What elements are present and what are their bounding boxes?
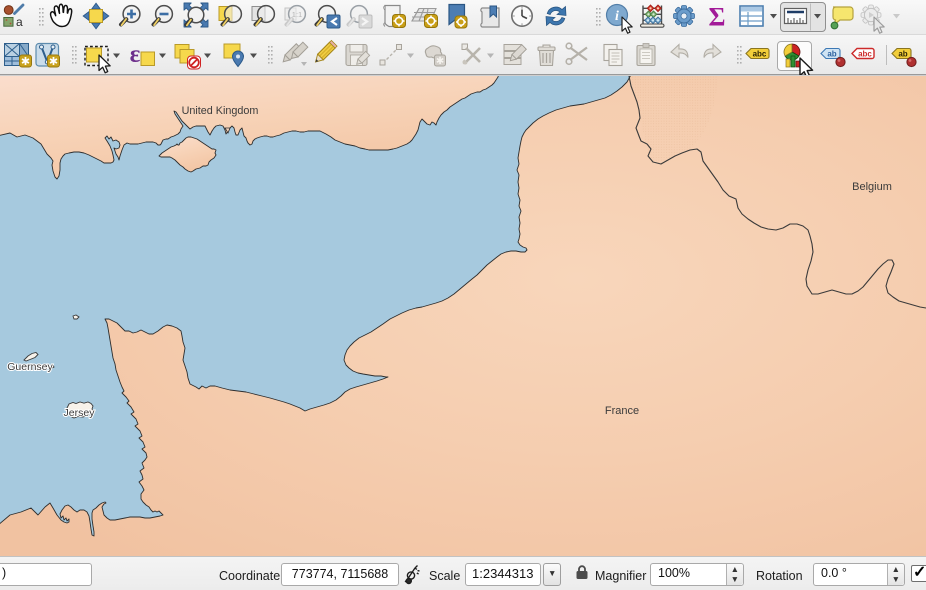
svg-text:✱: ✱ [436, 56, 444, 67]
svg-text:✱: ✱ [21, 56, 30, 68]
svg-text:United Kingdom: United Kingdom [182, 105, 259, 117]
svg-text:abc: abc [753, 50, 767, 59]
svg-text:Σ: Σ [709, 3, 726, 32]
svg-text:a: a [16, 15, 23, 29]
svg-text:✱: ✱ [49, 56, 58, 68]
svg-text:France: France [605, 405, 639, 417]
svg-text:Guernsey: Guernsey [7, 361, 53, 373]
svg-text:ab: ab [898, 50, 907, 59]
svg-text:abc: abc [858, 50, 872, 59]
svg-text:i: i [615, 9, 619, 24]
svg-text:ab: ab [827, 50, 836, 59]
svg-text:Belgium: Belgium [852, 181, 892, 193]
svg-text:ε: ε [130, 41, 141, 68]
svg-text:Jersey: Jersey [64, 407, 96, 419]
svg-text:1:1: 1:1 [292, 10, 302, 19]
